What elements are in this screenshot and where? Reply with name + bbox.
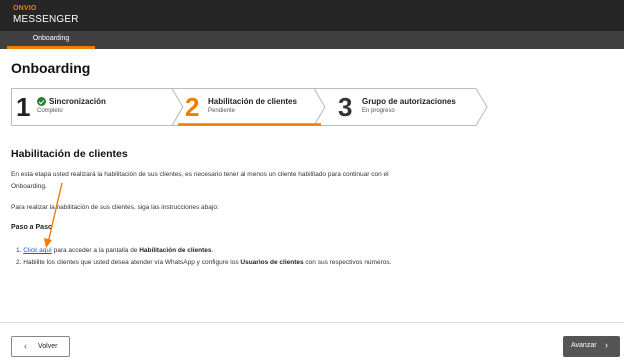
- annotation-arrow-icon: [44, 182, 63, 248]
- chevron-right-icon: ›: [605, 340, 608, 350]
- next-button[interactable]: Avanzar ›: [563, 336, 620, 357]
- chevron-left-icon: ‹: [24, 341, 27, 351]
- footer-divider: [0, 322, 624, 323]
- back-button[interactable]: ‹ Volver: [11, 336, 70, 357]
